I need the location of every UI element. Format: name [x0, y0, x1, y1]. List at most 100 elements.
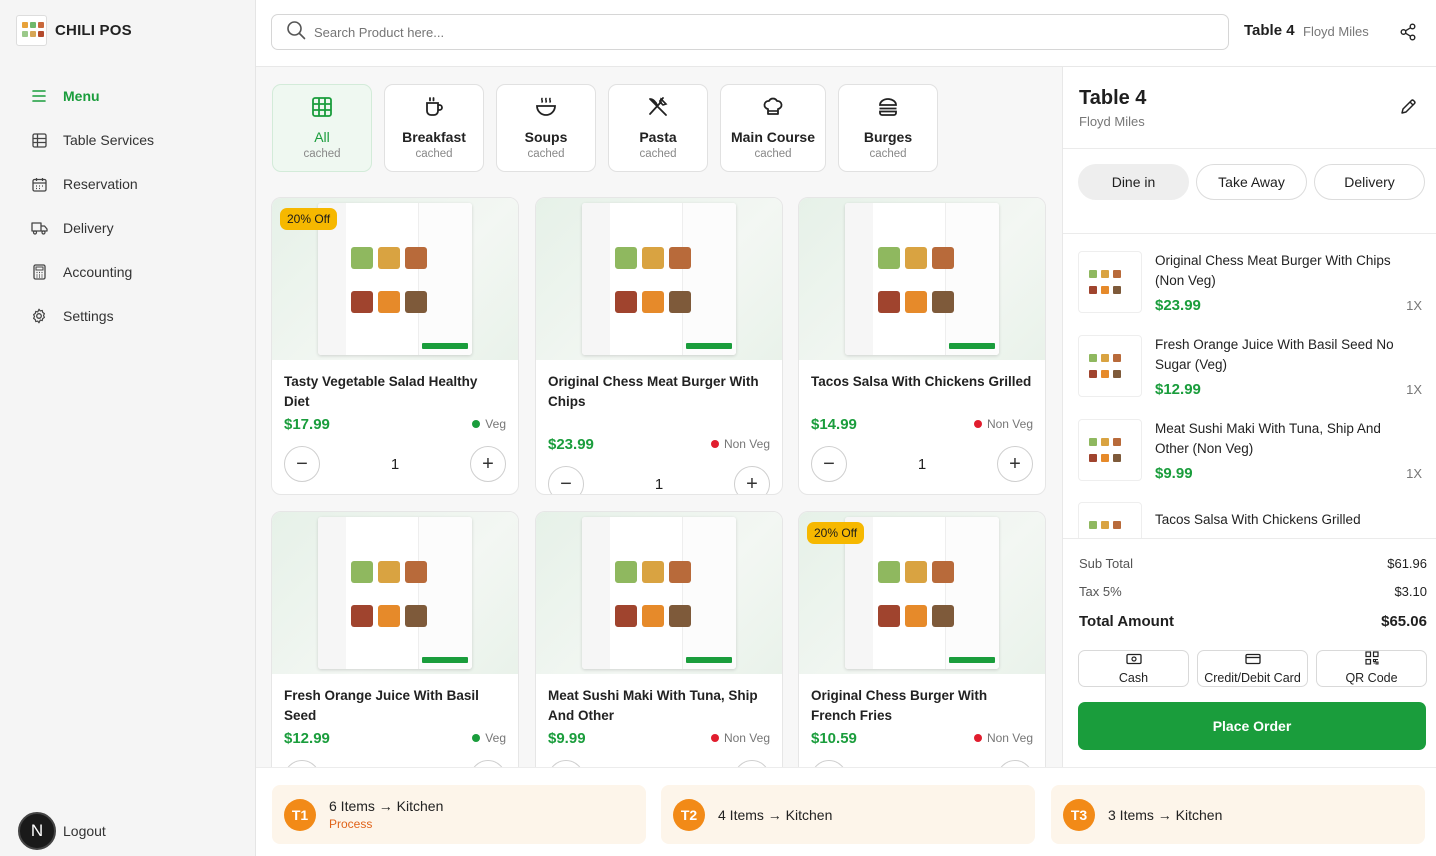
- pay-qr-button[interactable]: QR Code: [1316, 650, 1427, 687]
- search-icon: [286, 20, 306, 45]
- increase-qty-button[interactable]: +: [470, 760, 506, 767]
- kitchen-ticket[interactable]: T2 4 Items → Kitchen: [661, 785, 1035, 844]
- subtotal-value: $61.96: [1387, 556, 1427, 571]
- qty-value: 1: [917, 455, 927, 473]
- order-item[interactable]: Tacos Salsa With Chickens Grilled: [1078, 502, 1422, 538]
- diet-tag: Non Veg: [973, 417, 1033, 431]
- product-card[interactable]: Tacos Salsa With Chickens Grilled $14.99…: [798, 197, 1046, 495]
- total-row: Total Amount $65.06: [1079, 613, 1427, 630]
- search-input[interactable]: [314, 24, 1194, 40]
- product-price: $17.99: [284, 415, 330, 433]
- category-main-course[interactable]: Main Course cached: [720, 84, 826, 172]
- category-pasta[interactable]: Pasta cached: [608, 84, 708, 172]
- order-item-price: $23.99: [1155, 297, 1201, 314]
- diet-tag: Non Veg: [710, 731, 770, 745]
- order-item[interactable]: Original Chess Meat Burger With Chips (N…: [1078, 251, 1422, 321]
- edit-icon[interactable]: [1399, 98, 1417, 121]
- decrease-qty-button[interactable]: −: [284, 760, 320, 767]
- product-price: $14.99: [811, 415, 857, 433]
- share-icon[interactable]: [1400, 23, 1416, 46]
- pay-cash-button[interactable]: Cash: [1078, 650, 1189, 687]
- sidebar-item-label: Settings: [63, 308, 114, 324]
- increase-qty-button[interactable]: +: [997, 446, 1033, 482]
- sidebar-item-table-services[interactable]: Table Services: [30, 128, 154, 152]
- sidebar-item-menu[interactable]: Menu: [30, 84, 154, 108]
- category-sub: cached: [869, 148, 907, 160]
- order-item[interactable]: Meat Sushi Maki With Tuna, Ship And Othe…: [1078, 419, 1422, 489]
- increase-qty-button[interactable]: +: [734, 466, 770, 494]
- category-soups[interactable]: Soups cached: [496, 84, 596, 172]
- decrease-qty-button[interactable]: −: [548, 466, 584, 494]
- product-name: Meat Sushi Maki With Tuna, Ship And Othe…: [548, 688, 758, 723]
- pay-card-button[interactable]: Credit/Debit Card: [1197, 650, 1308, 687]
- kitchen-ticket-text: 4 Items → Kitchen: [718, 806, 833, 823]
- product-card[interactable]: Fresh Orange Juice With Basil Seed $12.9…: [271, 511, 519, 767]
- order-type-tabs: Dine in Take Away Delivery: [1078, 164, 1425, 200]
- brand-logo: [16, 15, 47, 46]
- category-sub: cached: [527, 148, 565, 160]
- table-badge: T3: [1063, 798, 1095, 831]
- place-order-button[interactable]: Place Order: [1078, 702, 1426, 750]
- kitchen-ticket[interactable]: T1 6 Items → Kitchen Process: [272, 785, 646, 844]
- search-bar[interactable]: [271, 14, 1229, 50]
- table-badge: T2: [673, 798, 705, 831]
- sidebar-item-reservation[interactable]: Reservation: [30, 172, 154, 196]
- decrease-qty-button[interactable]: −: [811, 446, 847, 482]
- sidebar-item-settings[interactable]: Settings: [30, 304, 154, 328]
- increase-qty-button[interactable]: +: [734, 760, 770, 767]
- tax-value: $3.10: [1394, 584, 1427, 599]
- card-icon: [1244, 653, 1261, 665]
- logout-button[interactable]: N Logout: [18, 812, 106, 850]
- sidebar-item-delivery[interactable]: Delivery: [30, 216, 154, 240]
- category-label: Main Course: [730, 129, 815, 145]
- product-name: Fresh Orange Juice With Basil Seed: [284, 688, 479, 723]
- total-value: $65.06: [1381, 613, 1427, 630]
- diet-tag: Veg: [472, 417, 506, 431]
- product-card[interactable]: 20% Off Original Chess Burger With Frenc…: [798, 511, 1046, 767]
- kitchen-ticket[interactable]: T3 3 Items → Kitchen: [1051, 785, 1425, 844]
- table-icon: [30, 131, 48, 149]
- tab-delivery[interactable]: Delivery: [1314, 164, 1425, 200]
- menu-icon: [30, 87, 48, 105]
- product-price: $10.59: [811, 729, 857, 747]
- product-card[interactable]: Original Chess Meat Burger With Chips $2…: [535, 197, 783, 495]
- category-all[interactable]: All cached: [272, 84, 372, 172]
- increase-qty-button[interactable]: +: [470, 446, 506, 482]
- diet-tag: Non Veg: [710, 437, 770, 451]
- kitchen-ticket-text: 6 Items → Kitchen: [329, 798, 444, 814]
- category-burges[interactable]: Burges cached: [838, 84, 938, 172]
- tab-dine-in[interactable]: Dine in: [1078, 164, 1189, 200]
- product-price: $9.99: [548, 729, 586, 747]
- category-breakfast[interactable]: Breakfast cached: [384, 84, 484, 172]
- order-item-name: Fresh Orange Juice With Basil Seed No Su…: [1155, 337, 1394, 372]
- current-customer: Floyd Miles: [1303, 24, 1369, 39]
- sidebar-item-accounting[interactable]: Accounting: [30, 260, 154, 284]
- brand-name: CHILI POS: [55, 22, 132, 39]
- category-label: Burges: [863, 129, 913, 145]
- product-card[interactable]: 20% Off Tasty Vegetable Salad Healthy Di…: [271, 197, 519, 495]
- decrease-qty-button[interactable]: −: [284, 446, 320, 482]
- product-name: Original Chess Meat Burger With Chips: [548, 374, 759, 409]
- non-veg-dot-icon: [710, 734, 719, 742]
- category-sub: cached: [415, 148, 453, 160]
- decrease-qty-button[interactable]: −: [548, 760, 584, 767]
- gear-icon: [30, 307, 48, 325]
- tab-take-away[interactable]: Take Away: [1196, 164, 1307, 200]
- total-label: Total Amount: [1079, 613, 1174, 630]
- product-image: [272, 512, 518, 674]
- order-items-list: Original Chess Meat Burger With Chips (N…: [1063, 238, 1436, 538]
- subtotal-row: Sub Total $61.96: [1079, 556, 1427, 571]
- increase-qty-button[interactable]: +: [997, 760, 1033, 767]
- category-sub: cached: [754, 148, 792, 160]
- decrease-qty-button[interactable]: −: [811, 760, 847, 767]
- divider: [1063, 233, 1436, 234]
- product-image: [536, 512, 782, 674]
- product-card[interactable]: Meat Sushi Maki With Tuna, Ship And Othe…: [535, 511, 783, 767]
- order-item-name: Meat Sushi Maki With Tuna, Ship And Othe…: [1155, 421, 1381, 456]
- tax-row: Tax 5% $3.10: [1079, 584, 1427, 599]
- order-item-qty: 1X: [1406, 298, 1422, 313]
- product-image: 20% Off: [799, 512, 1045, 674]
- order-item[interactable]: Fresh Orange Juice With Basil Seed No Su…: [1078, 335, 1422, 405]
- diet-tag: Veg: [472, 731, 506, 745]
- brand[interactable]: CHILI POS: [16, 15, 132, 46]
